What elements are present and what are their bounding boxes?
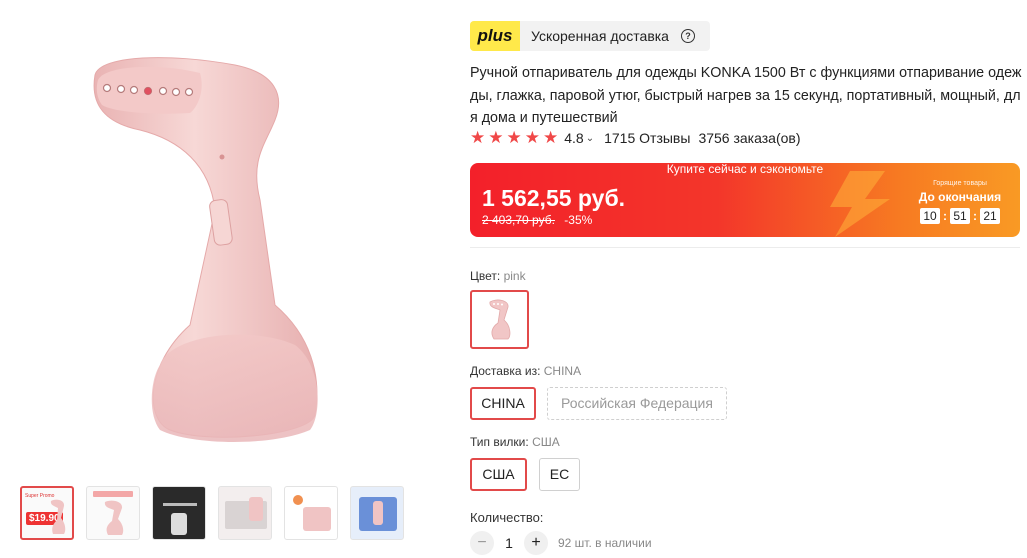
thumbnail-4[interactable] (218, 486, 272, 540)
product-main-image[interactable] (60, 35, 410, 450)
lightning-icon (830, 171, 890, 237)
plug-option-usa[interactable]: США (470, 458, 527, 491)
old-price: 2 403,70 руб. (482, 213, 555, 227)
quantity-minus-button[interactable]: − (470, 531, 494, 555)
countdown-box: Горящие товары До окончания 10 : 51 : 21 (908, 180, 1012, 224)
rating-row: ★ ★ ★ ★ ★ 4.8 ⌄ 1715 Отзывы 3756 заказа(… (470, 129, 801, 147)
plus-delivery-text: Ускоренная доставка (531, 28, 669, 44)
banner-top-text: Купите сейчас и сэкономьте (666, 163, 824, 176)
reviews-link[interactable]: 1715 Отзывы (604, 130, 690, 146)
star-icon: ★ (470, 128, 486, 147)
orders-count: 3756 заказа(ов) (698, 130, 801, 146)
plug-option-eu[interactable]: ЕС (539, 458, 580, 491)
thumbnail-3[interactable] (152, 486, 206, 540)
steamer-mini-icon (50, 499, 66, 534)
current-price: 1 562,55 руб. (482, 185, 626, 211)
color-label: Цвет: (470, 269, 501, 283)
product-title: Ручной отпариватель для одежды KONKA 150… (470, 65, 1022, 126)
thumbnail-5[interactable] (284, 486, 338, 540)
timer-hours: 10 (920, 208, 940, 224)
rating-stars: ★ ★ ★ ★ ★ (470, 129, 558, 147)
quantity-stepper: − 1 + 92 шт. в наличии (470, 531, 652, 555)
timer-seconds: 21 (980, 208, 1000, 224)
ship-from-label: Доставка из: (470, 364, 541, 378)
plug-type-label: Тип вилки: (470, 435, 529, 449)
countdown-label: До окончания (918, 190, 1002, 204)
star-icon: ★ (543, 128, 559, 147)
steamer-mini-icon (104, 500, 124, 535)
star-icon: ★ (506, 128, 522, 147)
quantity-value[interactable]: 1 (494, 535, 524, 551)
quantity-label: Количество: (470, 510, 544, 525)
steamer-mini-icon (489, 299, 510, 339)
ship-option-russia[interactable]: Российская Федерация (547, 387, 727, 420)
thumbnail-6[interactable] (350, 486, 404, 540)
quantity-plus-button[interactable]: + (524, 531, 548, 555)
thumbnail-1[interactable]: Super Promo $19.90 (20, 486, 74, 540)
ship-option-china[interactable]: CHINA (470, 387, 536, 420)
old-price-row: 2 403,70 руб. -35% (482, 213, 592, 227)
ship-from-value: CHINA (543, 364, 582, 378)
color-option-pink[interactable] (470, 290, 529, 349)
star-icon: ★ (488, 128, 504, 147)
thumbnail-strip: Super Promo $19.90 (20, 486, 404, 540)
plus-badge: plus (470, 21, 520, 51)
chevron-down-icon[interactable]: ⌄ (586, 133, 594, 144)
plug-type-value: США (532, 435, 560, 449)
divider (470, 247, 1020, 248)
question-circle-icon[interactable]: ? (680, 29, 695, 43)
star-icon: ★ (524, 128, 540, 147)
ship-label-row: Доставка из: CHINA (470, 364, 581, 378)
hot-deals-label: Горящие товары (933, 180, 987, 187)
color-label-row: Цвет: pink (470, 269, 526, 283)
timer-minutes: 51 (950, 208, 970, 224)
rating-value: 4.8 (564, 130, 584, 146)
color-value: pink (503, 269, 526, 283)
discount-badge: -35% (564, 213, 593, 227)
plus-delivery-bar[interactable]: plus Ускоренная доставка ? (470, 21, 710, 51)
price-banner: Купите сейчас и сэкономьте 1 562,55 руб.… (470, 163, 1020, 237)
stock-text: 92 шт. в наличии (558, 536, 652, 550)
timer-separator: : (943, 209, 947, 223)
thumbnail-2[interactable] (86, 486, 140, 540)
countdown-timer: 10 : 51 : 21 (908, 208, 1012, 224)
timer-separator: : (973, 209, 977, 223)
plug-label-row: Тип вилки: США (470, 435, 560, 449)
